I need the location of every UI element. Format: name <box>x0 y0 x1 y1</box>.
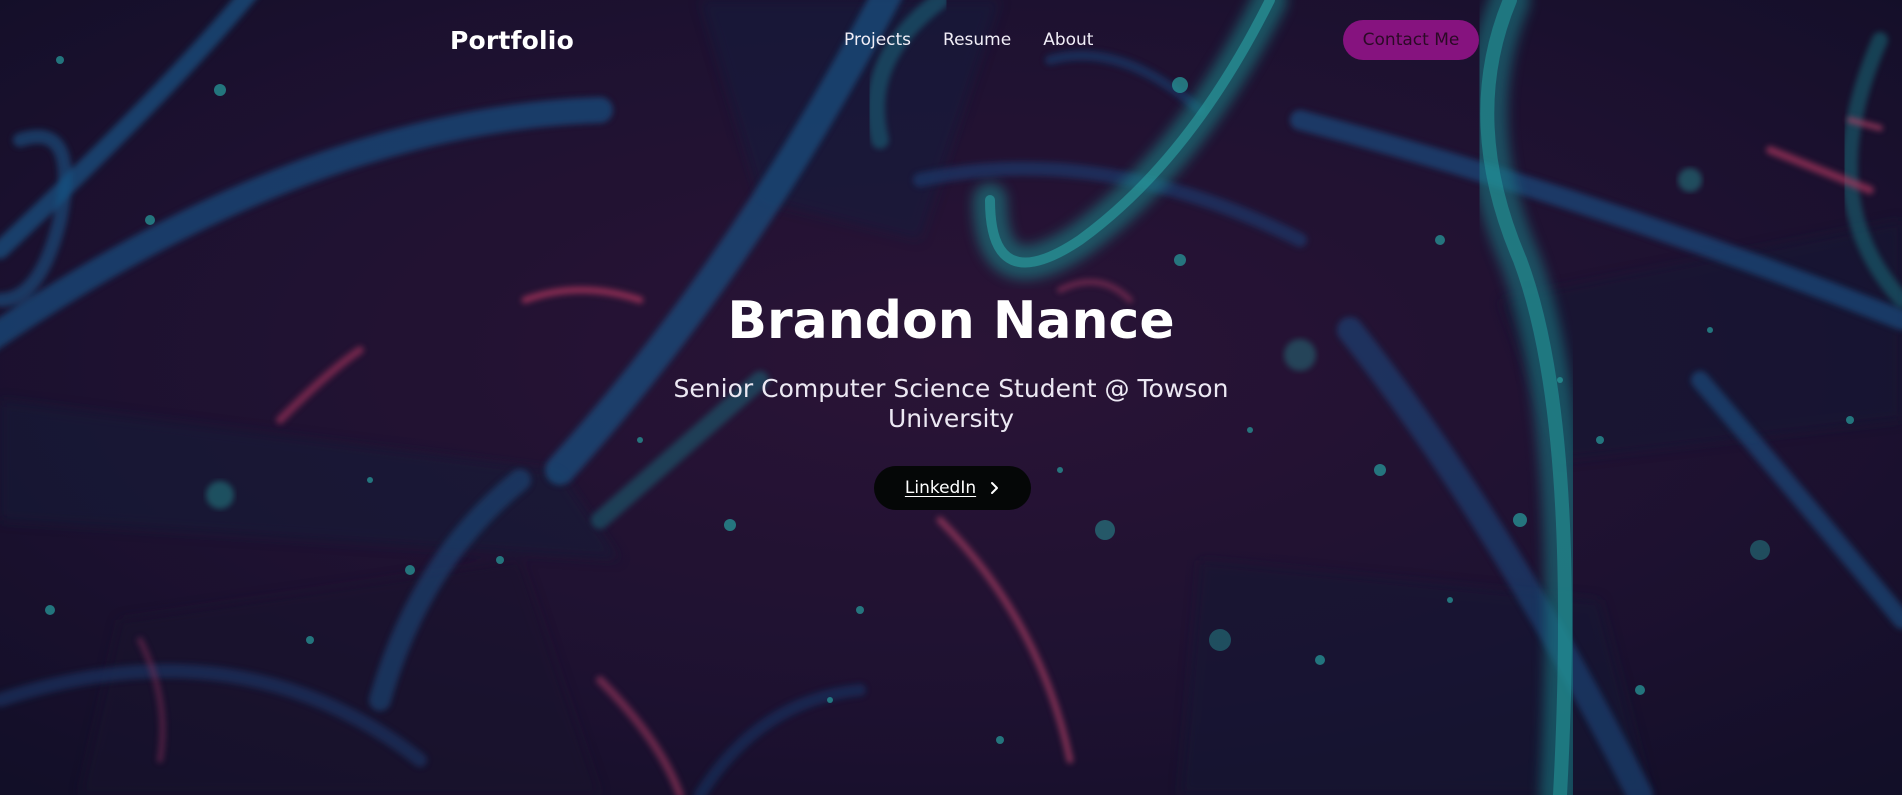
nav-link-about[interactable]: About <box>1043 28 1093 52</box>
hero-name: Brandon Nance <box>727 291 1175 351</box>
page: Portfolio Projects Resume About Contact … <box>0 0 1902 795</box>
brand-logo[interactable]: Portfolio <box>450 24 574 58</box>
contact-me-button[interactable]: Contact Me <box>1343 20 1479 60</box>
chevron-right-icon <box>991 482 999 494</box>
nav-links: Projects Resume About <box>844 28 1093 52</box>
hero-subtitle: Senior Computer Science Student @ Towson… <box>673 374 1229 433</box>
nav-link-projects[interactable]: Projects <box>844 28 911 52</box>
linkedin-button[interactable]: LinkedIn <box>874 466 1031 510</box>
top-navigation: Portfolio Projects Resume About Contact … <box>0 0 1902 80</box>
linkedin-label: LinkedIn <box>904 478 977 498</box>
nav-link-resume[interactable]: Resume <box>943 28 1011 52</box>
